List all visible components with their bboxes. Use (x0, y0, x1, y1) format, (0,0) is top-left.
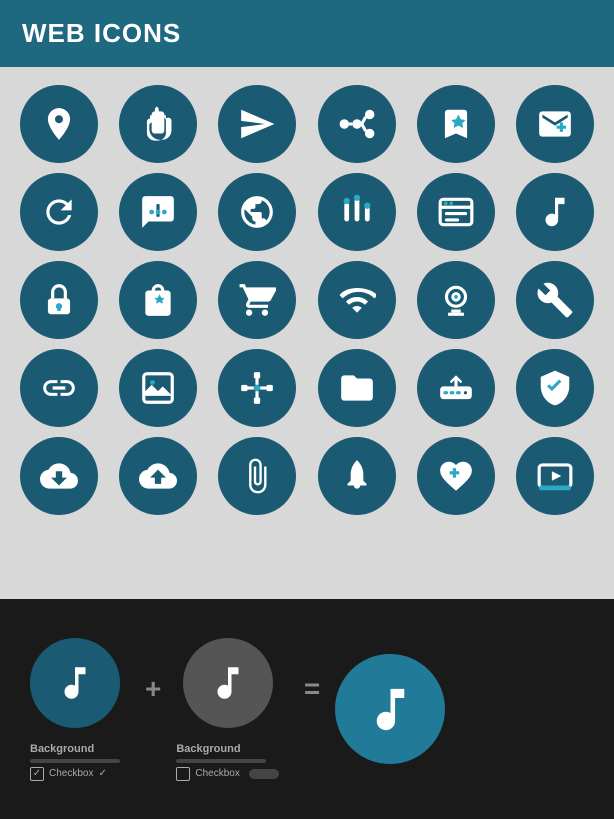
cloud-download-icon[interactable] (20, 437, 98, 515)
globe-icon[interactable] (218, 173, 296, 251)
icon-row-1 (20, 85, 594, 163)
refresh-icon[interactable] (20, 173, 98, 251)
background-label-2: Background (176, 743, 278, 755)
bottom-item-3 (335, 654, 445, 764)
background-label-1: Background (30, 743, 120, 755)
bottom-info-2: Background Checkbox (176, 743, 278, 781)
browser-icon[interactable] (417, 173, 495, 251)
icon-row-5 (20, 437, 594, 515)
icon-row-3 (20, 261, 594, 339)
icon-grid-area (0, 67, 614, 599)
link-icon[interactable] (20, 349, 98, 427)
shield-icon[interactable] (516, 349, 594, 427)
bottom-dark-circle (30, 638, 120, 728)
webcam-icon[interactable] (417, 261, 495, 339)
checkmark-1: ✓ (98, 768, 106, 779)
icon-row-4 (20, 349, 594, 427)
page-title: WEB ICONS (22, 18, 181, 49)
icon-row-2 (20, 173, 594, 251)
stop-hand-icon[interactable] (119, 85, 197, 163)
mail-plus-icon[interactable] (516, 85, 594, 163)
rocket-icon[interactable] (318, 437, 396, 515)
paper-plane-icon[interactable] (218, 85, 296, 163)
bottom-info-1: Background ✓ Checkbox ✓ (30, 743, 120, 781)
video-play-icon[interactable] (516, 437, 594, 515)
heart-plus-icon[interactable] (417, 437, 495, 515)
checkbox-row-2: Checkbox (176, 767, 278, 781)
plus-operator: + (145, 673, 161, 705)
bookmark-icon[interactable] (417, 85, 495, 163)
checkbox-label-2: Checkbox (195, 768, 239, 779)
equals-operator: = (304, 673, 320, 705)
toggle-bar[interactable] (249, 769, 279, 779)
equalizer-icon[interactable] (318, 173, 396, 251)
checkbox-1[interactable]: ✓ (30, 767, 44, 781)
header: WEB ICONS (0, 0, 614, 67)
network-icon[interactable] (218, 349, 296, 427)
chat-bubble-icon[interactable] (119, 173, 197, 251)
bottom-gray-circle (183, 638, 273, 728)
main-container: WEB ICONS (0, 0, 614, 819)
music-note-icon[interactable] (516, 173, 594, 251)
cloud-upload-icon[interactable] (119, 437, 197, 515)
paperclip-icon[interactable] (218, 437, 296, 515)
checkbox-2[interactable] (176, 767, 190, 781)
bottom-section: Background ✓ Checkbox ✓ + Background (0, 599, 614, 819)
router-icon[interactable] (417, 349, 495, 427)
wifi-icon[interactable] (318, 261, 396, 339)
folder-icon[interactable] (318, 349, 396, 427)
shopping-bag-icon[interactable] (119, 261, 197, 339)
checkbox-row-1: ✓ Checkbox ✓ (30, 767, 120, 781)
wrench-icon[interactable] (516, 261, 594, 339)
checkbox-label-1: Checkbox (49, 768, 93, 779)
image-icon[interactable] (119, 349, 197, 427)
lock-icon[interactable] (20, 261, 98, 339)
nodes-icon[interactable] (318, 85, 396, 163)
bottom-bar-2 (176, 759, 266, 763)
bottom-bar-1 (30, 759, 120, 763)
location-pin-icon[interactable] (20, 85, 98, 163)
bottom-large-circle (335, 654, 445, 764)
cart-icon[interactable] (218, 261, 296, 339)
bottom-item-1: Background ✓ Checkbox ✓ (30, 638, 120, 781)
bottom-item-2: Background Checkbox (176, 638, 278, 781)
